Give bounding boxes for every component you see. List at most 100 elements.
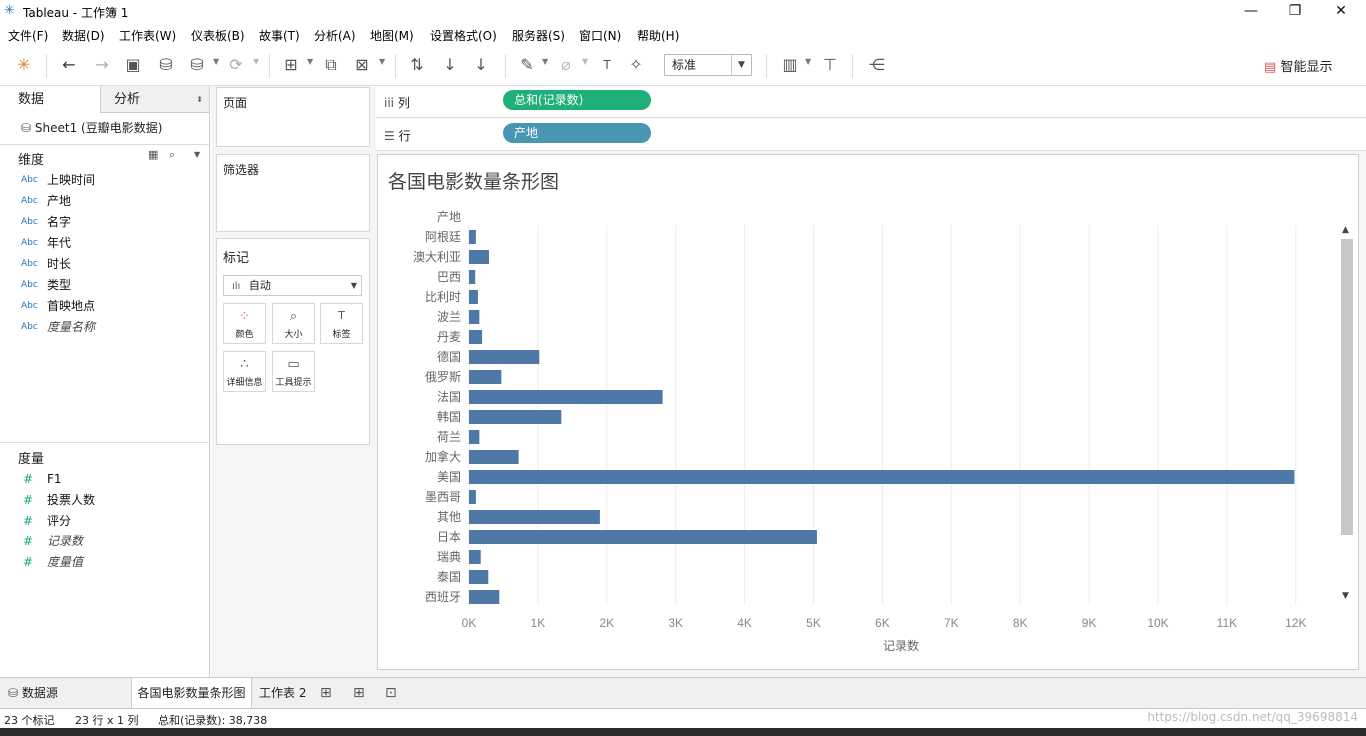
redo-icon[interactable]: → — [92, 55, 112, 75]
bar[interactable] — [469, 470, 1295, 484]
columns-shelf[interactable]: iii 列 总和(记录数) — [376, 86, 1366, 118]
scrollbar-thumb[interactable] — [1341, 239, 1353, 535]
clear-sheet-icon[interactable]: ⊠ — [352, 55, 372, 75]
tab-analysis[interactable]: 分析 ⬍ — [100, 86, 209, 113]
undo-icon[interactable]: ← — [59, 55, 79, 75]
filters-card[interactable]: 筛选器 — [216, 154, 370, 232]
dimension-field[interactable]: Abc 上映时间 — [0, 170, 209, 191]
presentation-mode-icon[interactable]: ⊤ — [820, 55, 840, 75]
measure-field[interactable]: # 记录数 — [0, 531, 209, 552]
refresh-icon[interactable]: ⟳ — [226, 55, 246, 75]
measure-field[interactable]: # 度量值 — [0, 552, 209, 573]
bar[interactable] — [469, 410, 562, 424]
chevron-down-icon[interactable]: ▼ — [542, 57, 548, 66]
chevron-down-icon[interactable]: ▼ — [351, 276, 357, 295]
columns-pill[interactable]: 总和(记录数) — [503, 90, 651, 110]
new-datasource-icon[interactable]: ⛁ — [156, 55, 176, 75]
menu-map[interactable]: 地图(M) — [370, 27, 414, 44]
menu-format[interactable]: 设置格式(O) — [430, 27, 497, 44]
duplicate-sheet-icon[interactable]: ⧉ — [321, 55, 341, 75]
minimize-button[interactable]: — — [1228, 0, 1274, 24]
menu-data[interactable]: 数据(D) — [62, 27, 105, 44]
share-icon[interactable]: ⋲ — [867, 55, 887, 75]
dimension-field[interactable]: Abc 产地 — [0, 191, 209, 212]
dimension-field[interactable]: Abc 首映地点 — [0, 296, 209, 317]
chevron-down-icon[interactable]: ▼ — [379, 57, 385, 66]
rows-shelf[interactable]: ☰ 行 产地 — [376, 119, 1366, 151]
rows-pill[interactable]: 产地 — [503, 123, 651, 143]
bar[interactable] — [469, 510, 600, 524]
swap-rows-columns-icon[interactable]: ⇅ — [407, 55, 427, 75]
chevron-down-icon[interactable]: ▼ — [805, 57, 811, 66]
bar-chart[interactable]: 0K 1K 2K 3K 4K 5K 6K 7K 8K 9K 10K 11K 12K 产地阿根廷澳大利亚巴西… — [378, 155, 1360, 671]
bar[interactable] — [469, 270, 476, 284]
bar[interactable] — [469, 290, 478, 304]
new-story-icon[interactable]: ⊡ — [385, 678, 397, 708]
datasource-item[interactable]: ⛁ Sheet1 (豆瓣电影数据) — [21, 119, 162, 136]
chevron-down-icon[interactable]: ▼ — [582, 57, 588, 66]
bar[interactable] — [469, 350, 540, 364]
chevron-down-icon[interactable]: ▼ — [213, 57, 219, 66]
measure-field[interactable]: # F1 — [0, 469, 209, 490]
label-button[interactable]: T 标签 — [320, 303, 363, 344]
tooltip-button[interactable]: ▭ 工具提示 — [272, 351, 315, 392]
group-members-icon[interactable]: ⌀ — [556, 55, 576, 75]
sort-descending-icon[interactable]: ↓ — [471, 55, 491, 75]
bar[interactable] — [469, 530, 817, 544]
menu-server[interactable]: 服务器(S) — [512, 27, 565, 44]
show-cards-icon[interactable]: ▥ — [780, 55, 800, 75]
highlight-icon[interactable]: ✎ — [517, 55, 537, 75]
menu-analysis[interactable]: 分析(A) — [314, 27, 356, 44]
scroll-down-icon[interactable]: ▼ — [1342, 591, 1349, 601]
tab-datasource[interactable]: ⛁ 数据源 — [8, 678, 58, 708]
bar[interactable] — [469, 550, 481, 564]
bar[interactable] — [469, 430, 480, 444]
fit-select[interactable]: 标准 ▼ — [664, 54, 752, 76]
bar[interactable] — [469, 450, 519, 464]
tableau-home-icon[interactable]: ✳ — [14, 55, 34, 75]
tab-sheet-2[interactable]: 工作表 2 — [259, 678, 306, 708]
bar[interactable] — [469, 490, 476, 504]
close-button[interactable]: ✕ — [1318, 0, 1364, 24]
view-list-icon[interactable]: ▦ — [148, 148, 158, 161]
menu-worksheet[interactable]: 工作表(W) — [119, 27, 176, 44]
fix-axes-icon[interactable]: ✧ — [626, 55, 646, 75]
bar[interactable] — [469, 370, 502, 384]
scroll-up-icon[interactable]: ▲ — [1342, 225, 1349, 235]
vertical-scrollbar[interactable]: ▲ ▼ — [1340, 225, 1354, 607]
menu-file[interactable]: 文件(F) — [8, 27, 48, 44]
restore-button[interactable]: ❐ — [1272, 0, 1318, 24]
menu-dashboard[interactable]: 仪表板(B) — [191, 27, 245, 44]
tab-sheet-active[interactable]: 各国电影数量条形图 — [131, 678, 252, 708]
tab-data[interactable]: 数据 — [0, 86, 100, 113]
color-button[interactable]: ⁘ 颜色 — [223, 303, 266, 344]
viz-canvas[interactable]: 各国电影数量条形图 0K 1K 2K 3K 4K 5K 6K 7K 8K 9K 10K 11K 12K 产… — [377, 154, 1359, 670]
show-mark-labels-icon[interactable]: T — [597, 55, 617, 75]
chevron-down-icon[interactable]: ▼ — [194, 150, 200, 159]
new-dashboard-icon[interactable]: ⊞ — [353, 678, 365, 708]
new-worksheet-icon[interactable]: ⊞ — [281, 55, 301, 75]
measure-field[interactable]: # 投票人数 — [0, 490, 209, 511]
sort-toggle-icon[interactable]: ⬍ — [196, 86, 203, 113]
dimension-field[interactable]: Abc 类型 — [0, 275, 209, 296]
pause-updates-icon[interactable]: ⛁ — [187, 55, 207, 75]
menu-window[interactable]: 窗口(N) — [579, 27, 621, 44]
bar[interactable] — [469, 310, 480, 324]
sort-ascending-icon[interactable]: ↓ — [440, 55, 460, 75]
chevron-down-icon[interactable]: ▼ — [253, 57, 259, 66]
menu-help[interactable]: 帮助(H) — [637, 27, 679, 44]
bar[interactable] — [469, 250, 489, 264]
bar[interactable] — [469, 330, 483, 344]
dimension-field[interactable]: Abc 时长 — [0, 254, 209, 275]
dimension-field[interactable]: Abc 名字 — [0, 212, 209, 233]
new-worksheet-icon[interactable]: ⊞ — [320, 678, 332, 708]
save-icon[interactable]: ▣ — [123, 55, 143, 75]
chevron-down-icon[interactable]: ▼ — [731, 55, 751, 75]
bar[interactable] — [469, 590, 500, 604]
pages-card[interactable]: 页面 — [216, 87, 370, 147]
menu-story[interactable]: 故事(T) — [259, 27, 300, 44]
dimension-field[interactable]: Abc 年代 — [0, 233, 209, 254]
show-me-button[interactable]: ▤ 智能显示 — [1264, 56, 1332, 75]
search-icon[interactable]: ⌕ — [169, 148, 175, 162]
bar[interactable] — [469, 570, 489, 584]
